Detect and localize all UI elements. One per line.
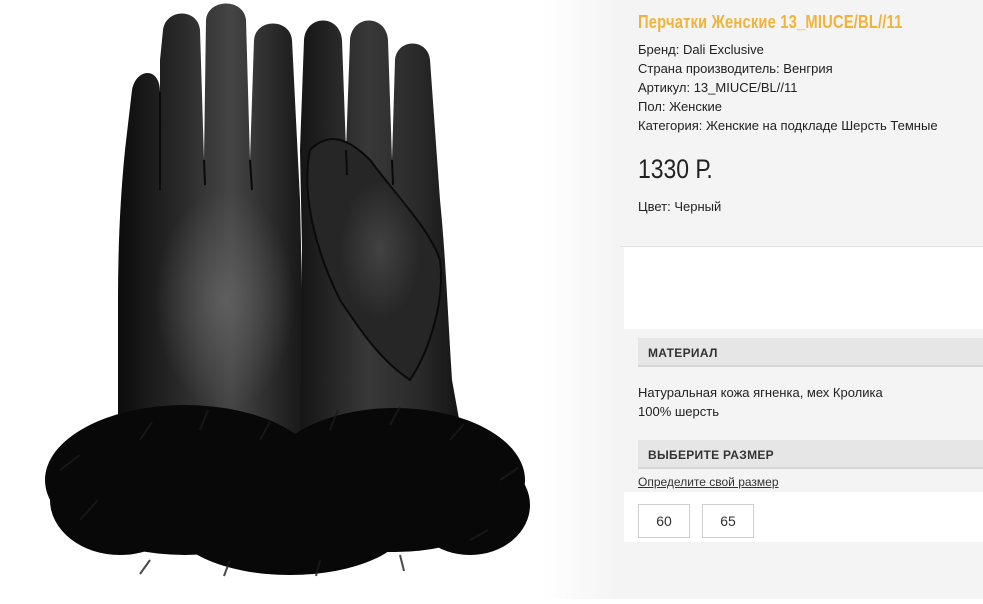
material-line-2: 100% шерсть — [638, 404, 719, 419]
product-specs: Бренд: Dali Exclusive Страна производите… — [638, 40, 938, 135]
spec-country: Страна производитель: Венгрия — [638, 61, 833, 76]
size-heading: ВЫБЕРИТЕ РАЗМЕР — [648, 448, 774, 462]
material-line-1: Натуральная кожа ягненка, мех Кролика — [638, 385, 883, 400]
size-guide-link[interactable]: Определите свой размер — [638, 475, 779, 489]
size-button-60[interactable]: 60 — [638, 504, 690, 538]
material-text: Натуральная кожа ягненка, мех Кролика 10… — [638, 383, 883, 421]
product-price: 1330 Р. — [638, 154, 713, 184]
size-header: ВЫБЕРИТЕ РАЗМЕР — [638, 440, 983, 469]
product-image[interactable] — [0, 0, 618, 599]
image-edge — [540, 0, 618, 599]
spec-gender: Пол: Женские — [638, 99, 723, 114]
blank-area — [624, 247, 983, 329]
size-button-65[interactable]: 65 — [702, 504, 754, 538]
spec-article: Артикул: 13_MIUCE/BL//11 — [638, 80, 798, 95]
material-heading: МАТЕРИАЛ — [648, 346, 718, 360]
material-header: МАТЕРИАЛ — [638, 338, 983, 367]
gloves-illustration — [45, 3, 530, 577]
spec-category: Категория: Женские на подкладе Шерсть Те… — [638, 118, 938, 133]
product-color: Цвет: Черный — [638, 199, 722, 214]
product-title: Перчатки Женские 13_MIUCE/BL//11 — [638, 12, 903, 32]
spec-brand: Бренд: Dali Exclusive — [638, 42, 764, 57]
